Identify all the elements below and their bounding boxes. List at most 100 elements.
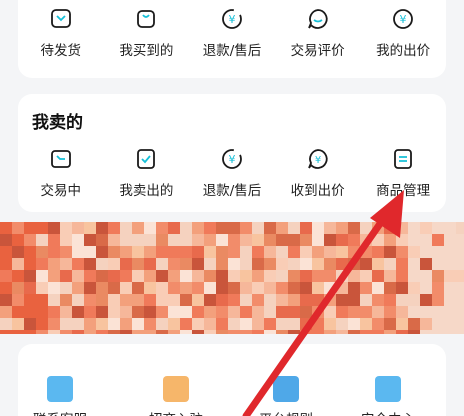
banner-mosaic-cell — [456, 294, 464, 306]
banner-mosaic-cell — [168, 222, 180, 234]
banner-mosaic-cell — [12, 246, 24, 258]
banner-mosaic-cell — [120, 282, 132, 294]
banner-mosaic-cell — [204, 246, 216, 258]
shortcut-label: 退款/售后 — [202, 43, 262, 59]
banner-mosaic-cell — [72, 246, 84, 258]
banner-mosaic-cell — [336, 318, 348, 330]
shortcut-received-offers[interactable]: ¥ 收到出价 — [275, 146, 361, 199]
banner-mosaic-cell — [60, 270, 72, 282]
banner-mosaic-cell — [408, 222, 420, 234]
banner-mosaic-cell — [192, 270, 204, 282]
banner-mosaic-cell — [252, 330, 264, 334]
banner-mosaic-cell — [24, 270, 36, 282]
banner-mosaic-cell — [384, 246, 396, 258]
banner-mosaic-cell — [288, 234, 300, 246]
banner-mosaic-cell — [444, 222, 456, 234]
banner-mosaic-cell — [60, 246, 72, 258]
banner-mosaic-cell — [72, 222, 84, 234]
promo-banner[interactable] — [0, 222, 464, 334]
service-customer-support[interactable]: 联系客服 — [20, 376, 100, 416]
service-platform-rules[interactable]: 平台规则 — [246, 376, 326, 416]
banner-mosaic-cell — [372, 234, 384, 246]
shortcut-refund-sell[interactable]: ¥ 退款/售后 — [189, 146, 275, 199]
banner-mosaic-cell — [240, 294, 252, 306]
banner-mosaic-cell — [36, 306, 48, 318]
banner-mosaic-cell — [396, 306, 408, 318]
service-label: 平台规则 — [259, 408, 313, 416]
banner-mosaic-cell — [348, 330, 360, 334]
banner-mosaic-cell — [336, 234, 348, 246]
banner-mosaic-cell — [60, 306, 72, 318]
sold-icon — [133, 146, 159, 172]
service-merchant-join[interactable]: 招商入驻 — [136, 376, 216, 416]
box-icon — [48, 6, 74, 32]
banner-mosaic-cell — [192, 246, 204, 258]
shortcut-refund-buy[interactable]: ¥ 退款/售后 — [189, 6, 275, 59]
shortcut-purchased[interactable]: 我买到的 — [104, 6, 190, 59]
banner-mosaic-cell — [180, 234, 192, 246]
banner-mosaic-cell — [36, 270, 48, 282]
banner-mosaic-cell — [288, 258, 300, 270]
shortcut-my-bids[interactable]: ¥ 我的出价 — [360, 6, 446, 59]
banner-mosaic-cell — [444, 318, 456, 330]
shortcut-sold[interactable]: 我卖出的 — [104, 146, 190, 199]
banner-mosaic-cell — [456, 306, 464, 318]
banner-mosaic-cell — [144, 318, 156, 330]
banner-mosaic-cell — [144, 246, 156, 258]
shortcut-in-trade[interactable]: 交易中 — [18, 146, 104, 199]
shortcut-pending-shipment[interactable]: 待发货 — [18, 6, 104, 59]
banner-mosaic-cell — [84, 330, 96, 334]
banner-mosaic-cell — [156, 246, 168, 258]
banner-mosaic-cell — [84, 258, 96, 270]
banner-mosaic-cell — [276, 282, 288, 294]
banner-mosaic-cell — [108, 234, 120, 246]
review-icon — [305, 6, 331, 32]
banner-mosaic-cell — [120, 258, 132, 270]
banner-mosaic-cell — [228, 270, 240, 282]
banner-mosaic-cell — [180, 318, 192, 330]
banner-mosaic-cell — [336, 258, 348, 270]
banner-mosaic-cell — [240, 318, 252, 330]
svg-text:¥: ¥ — [228, 13, 235, 26]
banner-mosaic-cell — [228, 246, 240, 258]
banner-mosaic-cell — [156, 282, 168, 294]
banner-mosaic-cell — [444, 282, 456, 294]
banner-mosaic-cell — [384, 258, 396, 270]
banner-mosaic-cell — [168, 234, 180, 246]
banner-mosaic-cell — [324, 270, 336, 282]
banner-mosaic-cell — [132, 282, 144, 294]
banner-mosaic-cell — [252, 306, 264, 318]
banner-mosaic-cell — [108, 294, 120, 306]
clipboard-icon — [390, 146, 416, 172]
banner-mosaic-cell — [240, 246, 252, 258]
banner-mosaic-cell — [264, 234, 276, 246]
banner-mosaic-cell — [0, 318, 12, 330]
banner-mosaic-cell — [348, 318, 360, 330]
shortcut-reviews[interactable]: 交易评价 — [275, 6, 361, 59]
banner-mosaic-cell — [228, 234, 240, 246]
banner-mosaic-cell — [144, 306, 156, 318]
banner-mosaic-cell — [396, 222, 408, 234]
banner-mosaic-cell — [312, 270, 324, 282]
banner-mosaic-cell — [156, 330, 168, 334]
banner-mosaic-cell — [456, 258, 464, 270]
banner-mosaic-cell — [36, 258, 48, 270]
banner-mosaic-cell — [48, 282, 60, 294]
banner-mosaic-cell — [372, 330, 384, 334]
banner-mosaic-cell — [420, 234, 432, 246]
banner-mosaic-cell — [132, 330, 144, 334]
banner-mosaic-cell — [180, 258, 192, 270]
banner-mosaic-cell — [372, 246, 384, 258]
banner-mosaic-cell — [240, 234, 252, 246]
banner-mosaic-cell — [324, 282, 336, 294]
banner-mosaic-cell — [132, 222, 144, 234]
shortcut-product-management[interactable]: 商品管理 — [360, 146, 446, 199]
banner-mosaic-cell — [336, 222, 348, 234]
banner-mosaic-cell — [360, 234, 372, 246]
service-security-center[interactable]: 安全中心 — [348, 376, 428, 416]
banner-mosaic-cell — [60, 330, 72, 334]
banner-mosaic-cell — [192, 282, 204, 294]
offer-icon: ¥ — [305, 146, 331, 172]
banner-mosaic-cell — [444, 306, 456, 318]
banner-mosaic-cell — [420, 282, 432, 294]
